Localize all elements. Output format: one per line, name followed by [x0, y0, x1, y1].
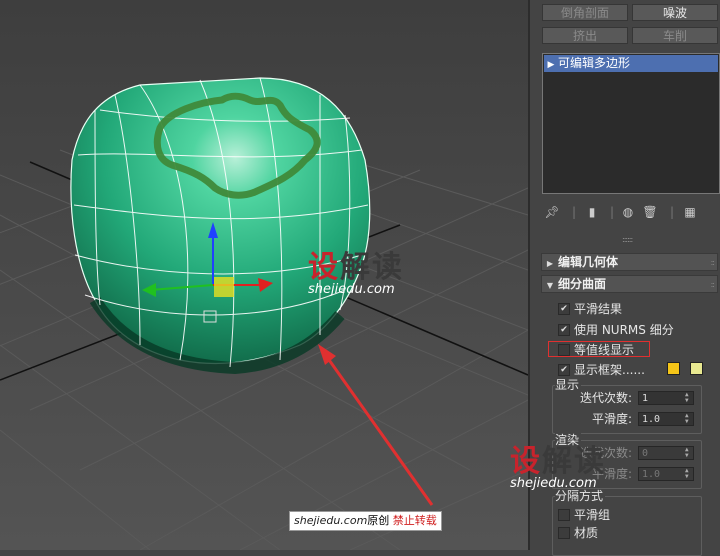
- make-unique-icon[interactable]: ◍: [620, 204, 636, 220]
- display-iterations-spinner[interactable]: 1 ▲ ▼: [638, 391, 694, 405]
- materials-checkbox[interactable]: 材质: [558, 525, 598, 541]
- separator-icon: |: [609, 205, 615, 219]
- render-smoothness-spinner[interactable]: 1.0 ▲ ▼: [638, 467, 694, 481]
- display-iterations-value: 1: [642, 393, 649, 404]
- extrude-button[interactable]: 挤出: [542, 27, 628, 44]
- display-smoothness-spinner[interactable]: 1.0 ▲ ▼: [638, 412, 694, 426]
- rollout-subdivision-label: 细分曲面: [558, 277, 607, 291]
- smooth-result-label: 平滑结果: [574, 302, 623, 316]
- display-smoothness-value: 1.0: [642, 414, 661, 425]
- stack-toolbar: 📌︎ | ▮ | ◍ 🗑︎ | ▦: [542, 204, 718, 222]
- viewport-scene: [0, 0, 528, 550]
- green-subdivided-box: [70, 77, 371, 375]
- smoothing-groups-checkbox[interactable]: 平滑组: [558, 507, 610, 523]
- separate-by-group-title: 分隔方式: [555, 489, 606, 503]
- watermark-cn-left: 设: [510, 444, 542, 479]
- use-nurms-label: 使用 NURMS 细分: [574, 323, 674, 337]
- display-iterations-label: 迭代次数:: [580, 391, 633, 405]
- remove-modifier-icon[interactable]: 🗑︎: [642, 204, 658, 220]
- spinner-arrows-icon[interactable]: ▲ ▼: [685, 413, 692, 425]
- stack-item-label: 可编辑多边形: [558, 56, 631, 70]
- modifier-stack[interactable]: ▶ 可编辑多边形: [542, 53, 720, 194]
- spinner-arrows-icon[interactable]: ▲ ▼: [685, 392, 692, 404]
- show-end-result-icon[interactable]: ▮: [584, 204, 600, 220]
- copyright-warn: 禁止转载: [392, 514, 437, 527]
- render-smoothness-value: 1.0: [642, 469, 661, 480]
- rollout-edit-geometry-label: 编辑几何体: [558, 255, 619, 269]
- highlight-box: [548, 341, 650, 357]
- copyright-label-text: 原创: [367, 514, 390, 527]
- use-nurms-checkbox[interactable]: ✔ 使用 NURMS 细分: [558, 322, 674, 338]
- checkmark-icon[interactable]: ✔: [558, 302, 570, 315]
- smooth-result-checkbox[interactable]: ✔ 平滑结果: [558, 301, 622, 317]
- watermark-cn-right: 解读: [542, 444, 606, 479]
- display-smoothness-label: 平滑度:: [592, 412, 633, 426]
- collapsed-arrow-icon: ▶: [546, 259, 554, 268]
- lathe-button[interactable]: 车削: [632, 27, 718, 44]
- watermark-en: shejiedu.com: [308, 282, 395, 297]
- checkmark-icon[interactable]: ✔: [558, 323, 570, 336]
- grip-icon: ::: [710, 258, 716, 267]
- rollout-edit-geometry[interactable]: ▶ 编辑几何体 ::: [541, 253, 718, 271]
- noise-button[interactable]: 噪波: [632, 4, 718, 21]
- separator-icon: |: [571, 205, 577, 219]
- cage-color-swatch-1[interactable]: [667, 362, 680, 375]
- spinner-arrows-icon[interactable]: ▲ ▼: [685, 468, 692, 480]
- watermark-cn-left: 设: [308, 250, 340, 285]
- watermark-en: shejiedu.com: [510, 476, 597, 491]
- rollout-subdivision-surface[interactable]: ▼ 细分曲面 ::: [541, 275, 718, 293]
- copyright-site: shejiedu.com: [294, 514, 368, 527]
- checkmark-icon[interactable]: ✔: [558, 363, 570, 376]
- render-iterations-value: 0: [642, 448, 649, 459]
- smoothing-groups-label: 平滑组: [574, 508, 611, 522]
- watermark-bottom: 设解读 shejiedu.com: [510, 444, 606, 492]
- watermark-cn-right: 解读: [340, 250, 404, 285]
- unchecked-box-icon[interactable]: [558, 508, 570, 521]
- expanded-arrow-icon: ▼: [546, 281, 554, 290]
- bevel-profile-button[interactable]: 倒角剖面: [542, 4, 628, 21]
- materials-label: 材质: [574, 526, 599, 540]
- render-iterations-spinner[interactable]: 0 ▲ ▼: [638, 446, 694, 460]
- separator-icon: |: [669, 205, 675, 219]
- stack-item-editable-poly[interactable]: ▶ 可编辑多边形: [544, 55, 718, 72]
- show-cage-checkbox[interactable]: ✔ 显示框架......: [558, 362, 645, 378]
- copyright-label: shejiedu.com原创 禁止转载: [289, 511, 442, 531]
- spinner-arrows-icon[interactable]: ▲ ▼: [685, 447, 692, 459]
- display-group-title: 显示: [555, 378, 582, 392]
- configure-modifier-sets-icon[interactable]: ▦: [682, 204, 698, 220]
- perspective-viewport[interactable]: 设解读 shejiedu.com shejiedu.com原创 禁止转载: [0, 0, 528, 550]
- expand-arrow-icon[interactable]: ▶: [544, 57, 558, 74]
- pin-stack-icon[interactable]: 📌︎: [544, 204, 560, 220]
- grip-icon: ::: [710, 280, 716, 289]
- unchecked-box-icon[interactable]: [558, 526, 570, 539]
- show-cage-label: 显示框架......: [574, 363, 645, 377]
- watermark-top: 设解读 shejiedu.com: [308, 250, 404, 298]
- divider-grip-icon[interactable]: ::::::: [622, 235, 633, 244]
- cage-color-swatch-2[interactable]: [690, 362, 703, 375]
